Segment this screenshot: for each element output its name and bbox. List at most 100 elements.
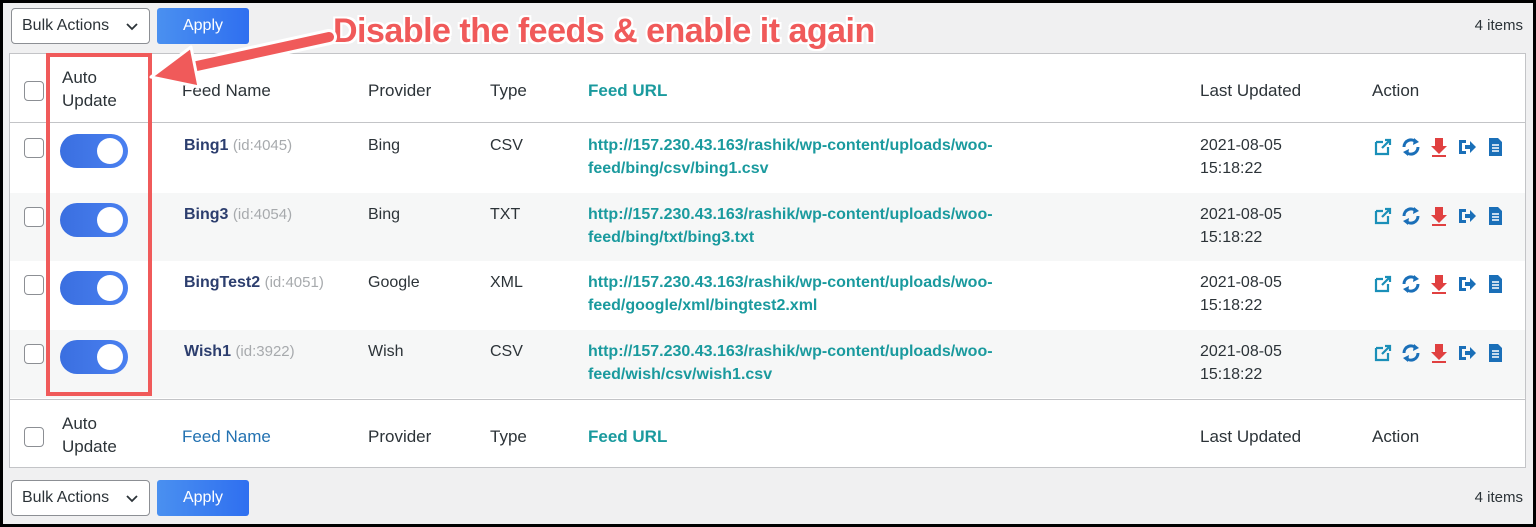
row-checkbox[interactable] <box>24 275 44 295</box>
column-feed-url[interactable]: Feed URL <box>588 79 667 102</box>
table-footer-row: Auto Update Feed Name Provider Type Feed… <box>10 399 1525 468</box>
provider-cell: Bing <box>368 205 401 223</box>
download-icon[interactable] <box>1428 136 1450 158</box>
export-icon[interactable] <box>1456 342 1478 364</box>
footer-auto-update-line2: Update <box>62 437 117 456</box>
last-updated-cell: 2021-08-05 15:18:22 <box>1200 271 1282 317</box>
provider-cell: Wish <box>368 342 404 360</box>
screenshot-frame: Bulk Actions Apply Disable the feeds & e… <box>3 3 1533 524</box>
last-updated-time: 15:18:22 <box>1200 228 1263 246</box>
table-row: BingTest2 (id:4051) Google XML http://15… <box>10 261 1525 329</box>
last-updated-cell: 2021-08-05 15:18:22 <box>1200 203 1282 249</box>
last-updated-date: 2021-08-05 <box>1200 137 1282 154</box>
row-actions <box>1372 273 1506 295</box>
bottom-tablenav: Bulk Actions Apply 4 items <box>3 475 1533 519</box>
feeds-table: Auto Update Feed Name Provider Type Feed… <box>9 53 1526 468</box>
document-icon[interactable] <box>1484 205 1506 227</box>
column-last-updated: Last Updated <box>1200 81 1302 100</box>
download-icon[interactable] <box>1428 342 1450 364</box>
last-updated-time: 15:18:22 <box>1200 297 1263 314</box>
feed-url-link[interactable]: http://157.230.43.163/rashik/wp-content/… <box>588 134 993 180</box>
refresh-icon[interactable] <box>1400 136 1422 158</box>
annotation-arrow-icon <box>149 29 337 89</box>
last-updated-time: 15:18:22 <box>1200 365 1263 383</box>
row-actions <box>1372 342 1506 364</box>
external-link-icon[interactable] <box>1372 205 1394 227</box>
column-action: Action <box>1372 81 1420 100</box>
auto-update-toggle[interactable] <box>60 134 128 168</box>
feed-name-link[interactable]: Wish1 <box>184 343 231 360</box>
export-icon[interactable] <box>1456 273 1478 295</box>
row-checkbox[interactable] <box>24 206 44 227</box>
footer-column-action: Action <box>1372 427 1420 446</box>
row-actions <box>1372 136 1506 158</box>
external-link-icon[interactable] <box>1372 273 1394 295</box>
annotation-text: Disable the feeds & enable it again <box>333 12 875 50</box>
type-cell: XML <box>490 274 523 291</box>
column-type: Type <box>490 81 527 100</box>
select-all-checkbox[interactable] <box>24 81 44 101</box>
toggle-knob <box>97 138 123 164</box>
document-icon[interactable] <box>1484 342 1506 364</box>
last-updated-date: 2021-08-05 <box>1200 205 1282 223</box>
chevron-down-icon <box>126 495 138 503</box>
last-updated-cell: 2021-08-05 15:18:22 <box>1200 134 1282 180</box>
download-icon[interactable] <box>1428 205 1450 227</box>
feed-url-line1: http://157.230.43.163/rashik/wp-content/… <box>588 205 993 223</box>
export-icon[interactable] <box>1456 136 1478 158</box>
refresh-icon[interactable] <box>1400 273 1422 295</box>
table-row: Bing3 (id:4054) Bing TXT http://157.230.… <box>10 192 1525 261</box>
footer-column-last-updated: Last Updated <box>1200 427 1302 446</box>
external-link-icon[interactable] <box>1372 136 1394 158</box>
toggle-knob <box>97 206 123 233</box>
chevron-down-icon <box>126 23 138 31</box>
feed-url-line2: feed/wish/csv/wish1.csv <box>588 365 773 383</box>
document-icon[interactable] <box>1484 273 1506 295</box>
feed-name-link[interactable]: Bing3 <box>184 206 228 223</box>
bulk-actions-select-bottom[interactable]: Bulk Actions <box>11 480 150 516</box>
feed-url-link[interactable]: http://157.230.43.163/rashik/wp-content/… <box>588 271 993 317</box>
auto-update-toggle[interactable] <box>60 202 128 237</box>
footer-column-type: Type <box>490 427 527 446</box>
feed-name-cell: Bing3 (id:4054) <box>184 203 292 226</box>
apply-button-bottom[interactable]: Apply <box>157 480 249 516</box>
toggle-knob <box>97 343 123 370</box>
footer-column-provider: Provider <box>368 427 432 446</box>
feed-url-line2: feed/google/xml/bingtest2.xml <box>588 297 818 314</box>
last-updated-date: 2021-08-05 <box>1200 274 1282 291</box>
type-cell: CSV <box>490 342 523 360</box>
bulk-actions-label: Bulk Actions <box>22 17 110 34</box>
feed-name-cell: Bing1 (id:4045) <box>184 134 292 157</box>
auto-update-toggle[interactable] <box>60 339 128 374</box>
bulk-actions-label-bottom: Bulk Actions <box>22 489 110 506</box>
export-icon[interactable] <box>1456 205 1478 227</box>
feed-name-cell: Wish1 (id:3922) <box>184 340 295 363</box>
external-link-icon[interactable] <box>1372 342 1394 364</box>
feed-url-line1: http://157.230.43.163/rashik/wp-content/… <box>588 274 993 291</box>
items-count-bottom: 4 items <box>1474 489 1523 506</box>
feed-url-line2: feed/bing/txt/bing3.txt <box>588 228 755 246</box>
feed-url-link[interactable]: http://157.230.43.163/rashik/wp-content/… <box>588 203 993 249</box>
provider-cell: Bing <box>368 137 401 154</box>
table-row: Bing1 (id:4045) Bing CSV http://157.230.… <box>10 124 1525 192</box>
items-count-top: 4 items <box>1474 17 1523 34</box>
feed-name-link[interactable]: BingTest2 <box>184 274 260 291</box>
footer-column-feed-name[interactable]: Feed Name <box>182 425 271 448</box>
refresh-icon[interactable] <box>1400 205 1422 227</box>
feed-id: (id:4054) <box>232 205 293 223</box>
row-checkbox[interactable] <box>24 138 44 158</box>
toggle-knob <box>97 275 123 301</box>
select-all-checkbox-footer[interactable] <box>24 427 44 447</box>
feed-url-line1: http://157.230.43.163/rashik/wp-content/… <box>588 137 993 154</box>
feed-url-link[interactable]: http://157.230.43.163/rashik/wp-content/… <box>588 340 993 386</box>
footer-column-feed-url[interactable]: Feed URL <box>588 425 667 448</box>
document-icon[interactable] <box>1484 136 1506 158</box>
auto-update-toggle[interactable] <box>60 271 128 305</box>
refresh-icon[interactable] <box>1400 342 1422 364</box>
table-row: Wish1 (id:3922) Wish CSV http://157.230.… <box>10 329 1525 398</box>
bulk-actions-select-top[interactable]: Bulk Actions <box>11 8 150 44</box>
feed-name-link[interactable]: Bing1 <box>184 137 228 154</box>
download-icon[interactable] <box>1428 273 1450 295</box>
feed-name-cell: BingTest2 (id:4051) <box>184 271 324 294</box>
row-checkbox[interactable] <box>24 343 44 364</box>
